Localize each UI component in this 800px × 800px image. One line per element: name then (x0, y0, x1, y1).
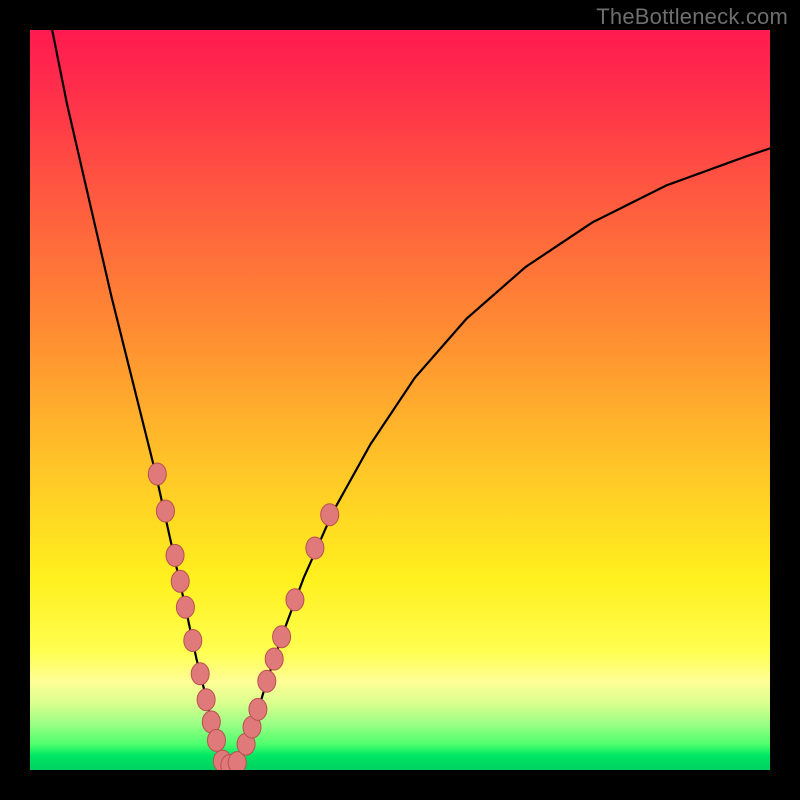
chart-frame: TheBottleneck.com (0, 0, 800, 800)
curve-marker (265, 648, 283, 670)
marker-group (148, 463, 338, 770)
curve-marker (184, 630, 202, 652)
curve-marker (171, 570, 189, 592)
curve-marker (191, 663, 209, 685)
curve-marker (321, 504, 339, 526)
curve-marker (273, 626, 291, 648)
curve-marker (249, 698, 267, 720)
curve-marker (286, 589, 304, 611)
curve-marker (258, 670, 276, 692)
curve-marker (197, 689, 215, 711)
curve-marker (306, 537, 324, 559)
watermark-text: TheBottleneck.com (596, 4, 788, 30)
curve-marker (166, 544, 184, 566)
bottleneck-curve (52, 30, 770, 766)
curve-marker (156, 500, 174, 522)
plot-area (30, 30, 770, 770)
curve-marker (176, 596, 194, 618)
curve-marker (207, 729, 225, 751)
curve-layer (30, 30, 770, 770)
curve-marker (148, 463, 166, 485)
